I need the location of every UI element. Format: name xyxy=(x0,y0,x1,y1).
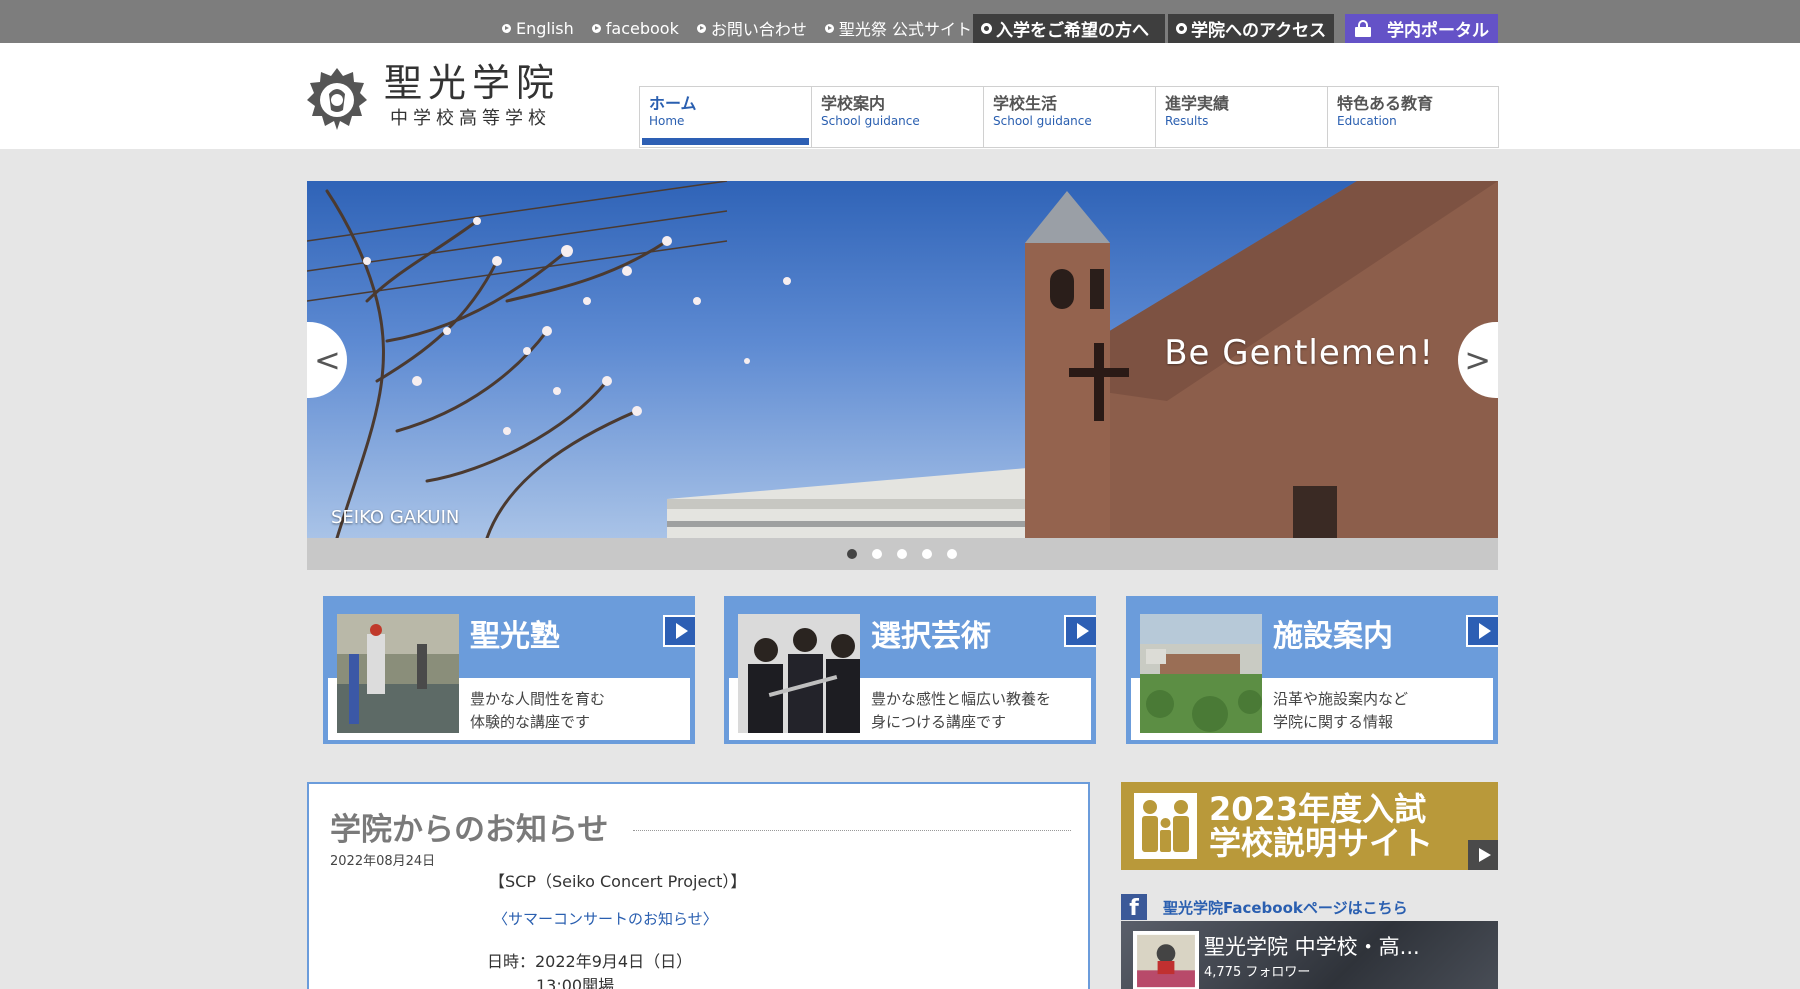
feature-elective-arts[interactable]: 選択芸術 豊かな感性と幅広い教養を 身につける講座です xyxy=(724,596,1096,744)
entrance-exam-banner[interactable]: 2023年度入試 学校説明サイト xyxy=(1121,782,1498,870)
main-nav: ホーム Home 学校案内 School guidance 学校生活 School g… xyxy=(639,86,1499,148)
news-title: 学院からのお知らせ xyxy=(330,812,609,848)
news-link[interactable]: 〈サマーコンサートのお知らせ〉 xyxy=(493,908,718,929)
portal-button[interactable]: 学内ポータル xyxy=(1345,14,1498,43)
top-bar: English facebook お問い合わせ 聖光祭 公式サイト 入学をご希望… xyxy=(0,0,1800,43)
nav-school-guidance[interactable]: 学校案内 School guidance xyxy=(811,86,983,148)
facebook-icon: f xyxy=(1121,894,1147,920)
facebook-page-link[interactable]: f 聖光学院Facebookページはこちら xyxy=(1121,894,1408,920)
slider-dot[interactable] xyxy=(897,549,907,559)
circle-bullet-icon xyxy=(1176,23,1187,34)
slider-dot[interactable] xyxy=(922,549,932,559)
family-icon xyxy=(1134,793,1197,859)
access-button[interactable]: 学院へのアクセス xyxy=(1168,14,1334,43)
arrow-bullet-icon xyxy=(824,23,834,33)
slider-dot[interactable] xyxy=(872,549,882,559)
facebook-followers: 4,775 フォロワー xyxy=(1204,965,1311,980)
entrance-banner-text: 2023年度入試 学校説明サイト xyxy=(1209,790,1434,862)
school-emblem-icon[interactable] xyxy=(307,66,367,132)
top-link-english[interactable]: English xyxy=(502,16,574,40)
play-arrow-icon[interactable] xyxy=(663,615,695,647)
top-link-contact[interactable]: お問い合わせ xyxy=(696,16,807,40)
facebook-page-name[interactable]: 聖光学院 中学校・高... xyxy=(1204,931,1420,961)
play-arrow-icon[interactable] xyxy=(1466,615,1498,647)
top-link-facebook[interactable]: facebook xyxy=(591,16,679,40)
facebook-embed[interactable]: 聖光学院 中学校・高... 4,775 フォロワー xyxy=(1121,921,1498,989)
arrow-bullet-icon xyxy=(591,23,601,33)
feature-photo xyxy=(337,614,459,733)
slider-dot[interactable] xyxy=(947,549,957,559)
slider-caption: Be Gentlemen! xyxy=(1164,333,1434,373)
feature-title: 施設案内 xyxy=(1273,619,1393,654)
nav-school-life[interactable]: 学校生活 School guidance xyxy=(983,86,1155,148)
feature-photo xyxy=(738,614,860,733)
admission-button[interactable]: 入学をご希望の方へ xyxy=(973,14,1165,43)
play-arrow-icon[interactable] xyxy=(1468,840,1498,870)
slider-pagination-bar xyxy=(307,538,1498,570)
nav-education[interactable]: 特色ある教育 Education xyxy=(1327,86,1499,148)
feature-facilities[interactable]: 施設案内 沿革や施設案内など 学院に関する情報 xyxy=(1126,596,1498,744)
school-name[interactable]: 聖光学院 xyxy=(384,64,560,102)
nav-home[interactable]: ホーム Home xyxy=(639,86,811,148)
top-links: English facebook お問い合わせ 聖光祭 公式サイト xyxy=(502,16,972,40)
news-divider xyxy=(633,830,1071,831)
school-name-sub: 中学校高等学校 xyxy=(390,108,551,129)
lock-icon xyxy=(1355,20,1371,37)
news-line: 13:00開場 xyxy=(536,976,615,989)
hero-slider[interactable]: Be Gentlemen! SEIKO GAKUIN < > xyxy=(307,181,1498,538)
slider-dots xyxy=(847,549,957,559)
top-link-festival[interactable]: 聖光祭 公式サイト xyxy=(824,16,972,40)
facebook-page-avatar xyxy=(1133,931,1199,989)
news-panel: 学院からのお知らせ 2022年08月24日 【SCP（Seiko Concert… xyxy=(307,782,1090,989)
arrow-bullet-icon xyxy=(696,23,706,33)
arrow-bullet-icon xyxy=(502,23,511,33)
nav-results[interactable]: 進学実績 Results xyxy=(1155,86,1327,148)
chevron-left-icon: < xyxy=(314,341,341,379)
slider-dot[interactable] xyxy=(847,549,857,559)
news-date: 2022年08月24日 xyxy=(330,854,436,869)
slider-brand: SEIKO GAKUIN xyxy=(331,507,460,528)
feature-photo xyxy=(1140,614,1262,733)
feature-title: 聖光塾 xyxy=(470,619,560,654)
news-headline: 【SCP（Seiko Concert Project）】 xyxy=(489,872,747,891)
play-arrow-icon[interactable] xyxy=(1064,615,1096,647)
news-line: 日時：2022年9月4日（日） xyxy=(487,952,693,971)
feature-seiko-juku[interactable]: 聖光塾 豊かな人間性を育む 体験的な講座です xyxy=(323,596,695,744)
feature-title: 選択芸術 xyxy=(871,619,991,654)
circle-bullet-icon xyxy=(981,23,992,34)
chevron-right-icon: > xyxy=(1464,341,1491,379)
